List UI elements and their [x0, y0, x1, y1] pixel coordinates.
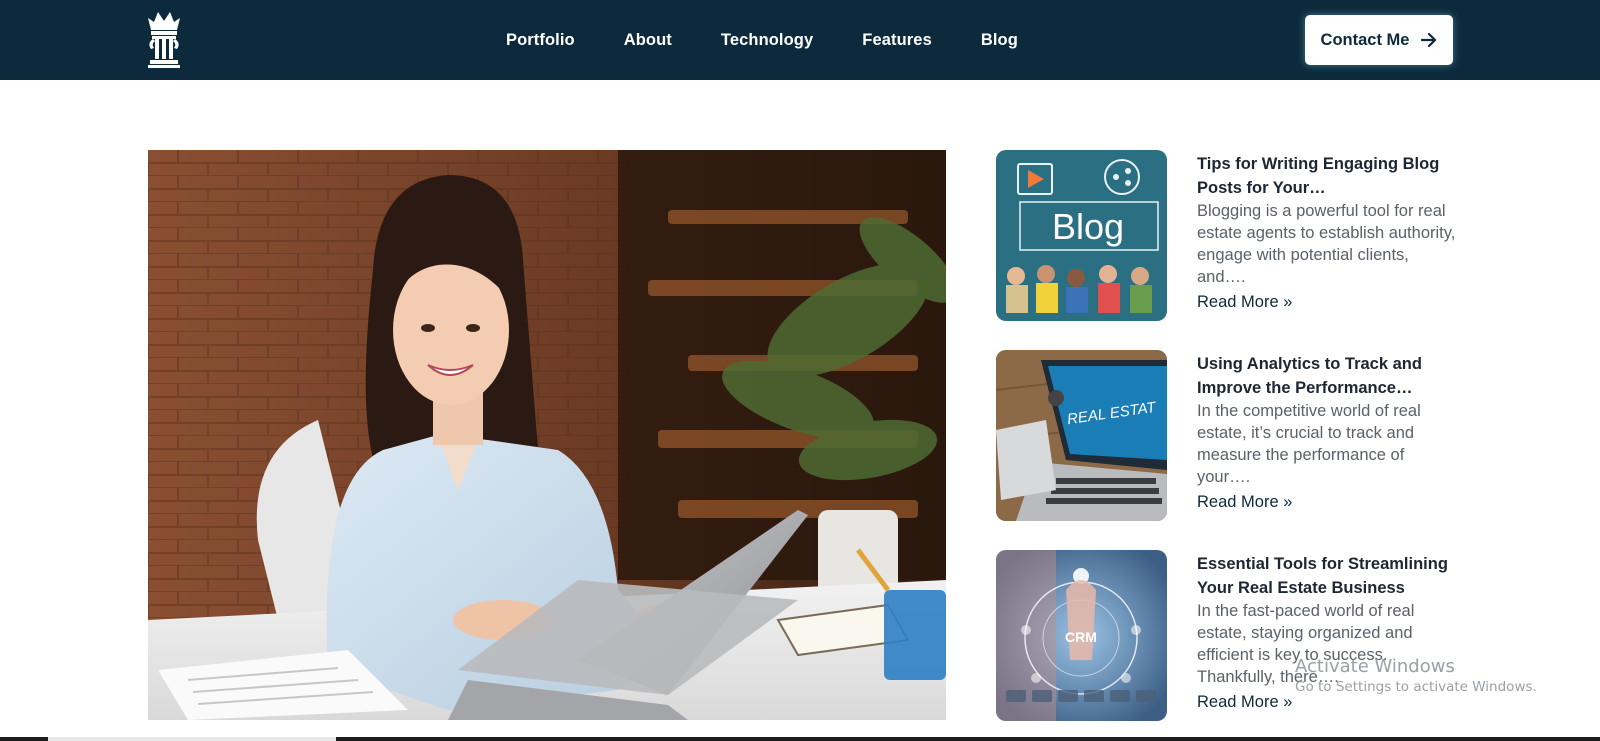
blog-post-excerpt: Blogging is a powerful tool for real est… — [1197, 202, 1456, 286]
crown-pillar-logo-icon[interactable] — [146, 8, 182, 68]
nav-about[interactable]: About — [624, 31, 672, 50]
blog-post-text: Tips for Writing Engaging Blog Posts for… — [1197, 150, 1459, 312]
thumb-blog-text: Blog — [1052, 206, 1124, 247]
blog-post-card: Blog Tips for Writing Engaging Blog Post… — [996, 150, 1466, 322]
blog-thumbnail-image[interactable]: Blog — [996, 150, 1167, 321]
nav-technology[interactable]: Technology — [721, 31, 813, 50]
blog-post-text: Using Analytics to Track and Improve the… — [1197, 350, 1459, 512]
hero-photo-woman-at-laptop — [148, 150, 946, 720]
nav-portfolio[interactable]: Portfolio — [506, 31, 575, 50]
read-more-link[interactable]: Read More » — [1197, 493, 1292, 512]
main-nav: Portfolio About Technology Features Blog — [506, 0, 1018, 80]
top-navbar: Portfolio About Technology Features Blog… — [0, 0, 1600, 80]
thumb-crm-text: CRM — [1065, 629, 1097, 645]
read-more-link[interactable]: Read More » — [1197, 693, 1292, 712]
bottom-divider-highlight — [48, 737, 336, 741]
blog-post-excerpt: In the fast-paced world of real estate, … — [1197, 602, 1415, 686]
blog-post-title[interactable]: Tips for Writing Engaging Blog Posts for… — [1197, 152, 1459, 200]
blog-post-title[interactable]: Essential Tools for Streamlining Your Re… — [1197, 552, 1459, 600]
blog-post-card: CRM Essential Tools for Streamlining You… — [996, 550, 1466, 722]
blog-post-text: Essential Tools for Streamlining Your Re… — [1197, 550, 1459, 712]
blog-post-title[interactable]: Using Analytics to Track and Improve the… — [1197, 352, 1459, 400]
contact-me-button[interactable]: Contact Me — [1305, 15, 1453, 65]
blog-post-excerpt: In the competitive world of real estate,… — [1197, 402, 1421, 486]
arrow-right-icon — [1421, 32, 1437, 48]
nav-blog[interactable]: Blog — [981, 31, 1018, 50]
blog-thumbnail-image[interactable]: CRM — [996, 550, 1167, 721]
blog-post-card: REAL ESTAT Using Analytics to Track and … — [996, 350, 1466, 522]
contact-me-label: Contact Me — [1320, 30, 1410, 49]
read-more-link[interactable]: Read More » — [1197, 293, 1292, 312]
nav-features[interactable]: Features — [862, 31, 932, 50]
blog-thumbnail-image[interactable]: REAL ESTAT — [996, 350, 1167, 521]
